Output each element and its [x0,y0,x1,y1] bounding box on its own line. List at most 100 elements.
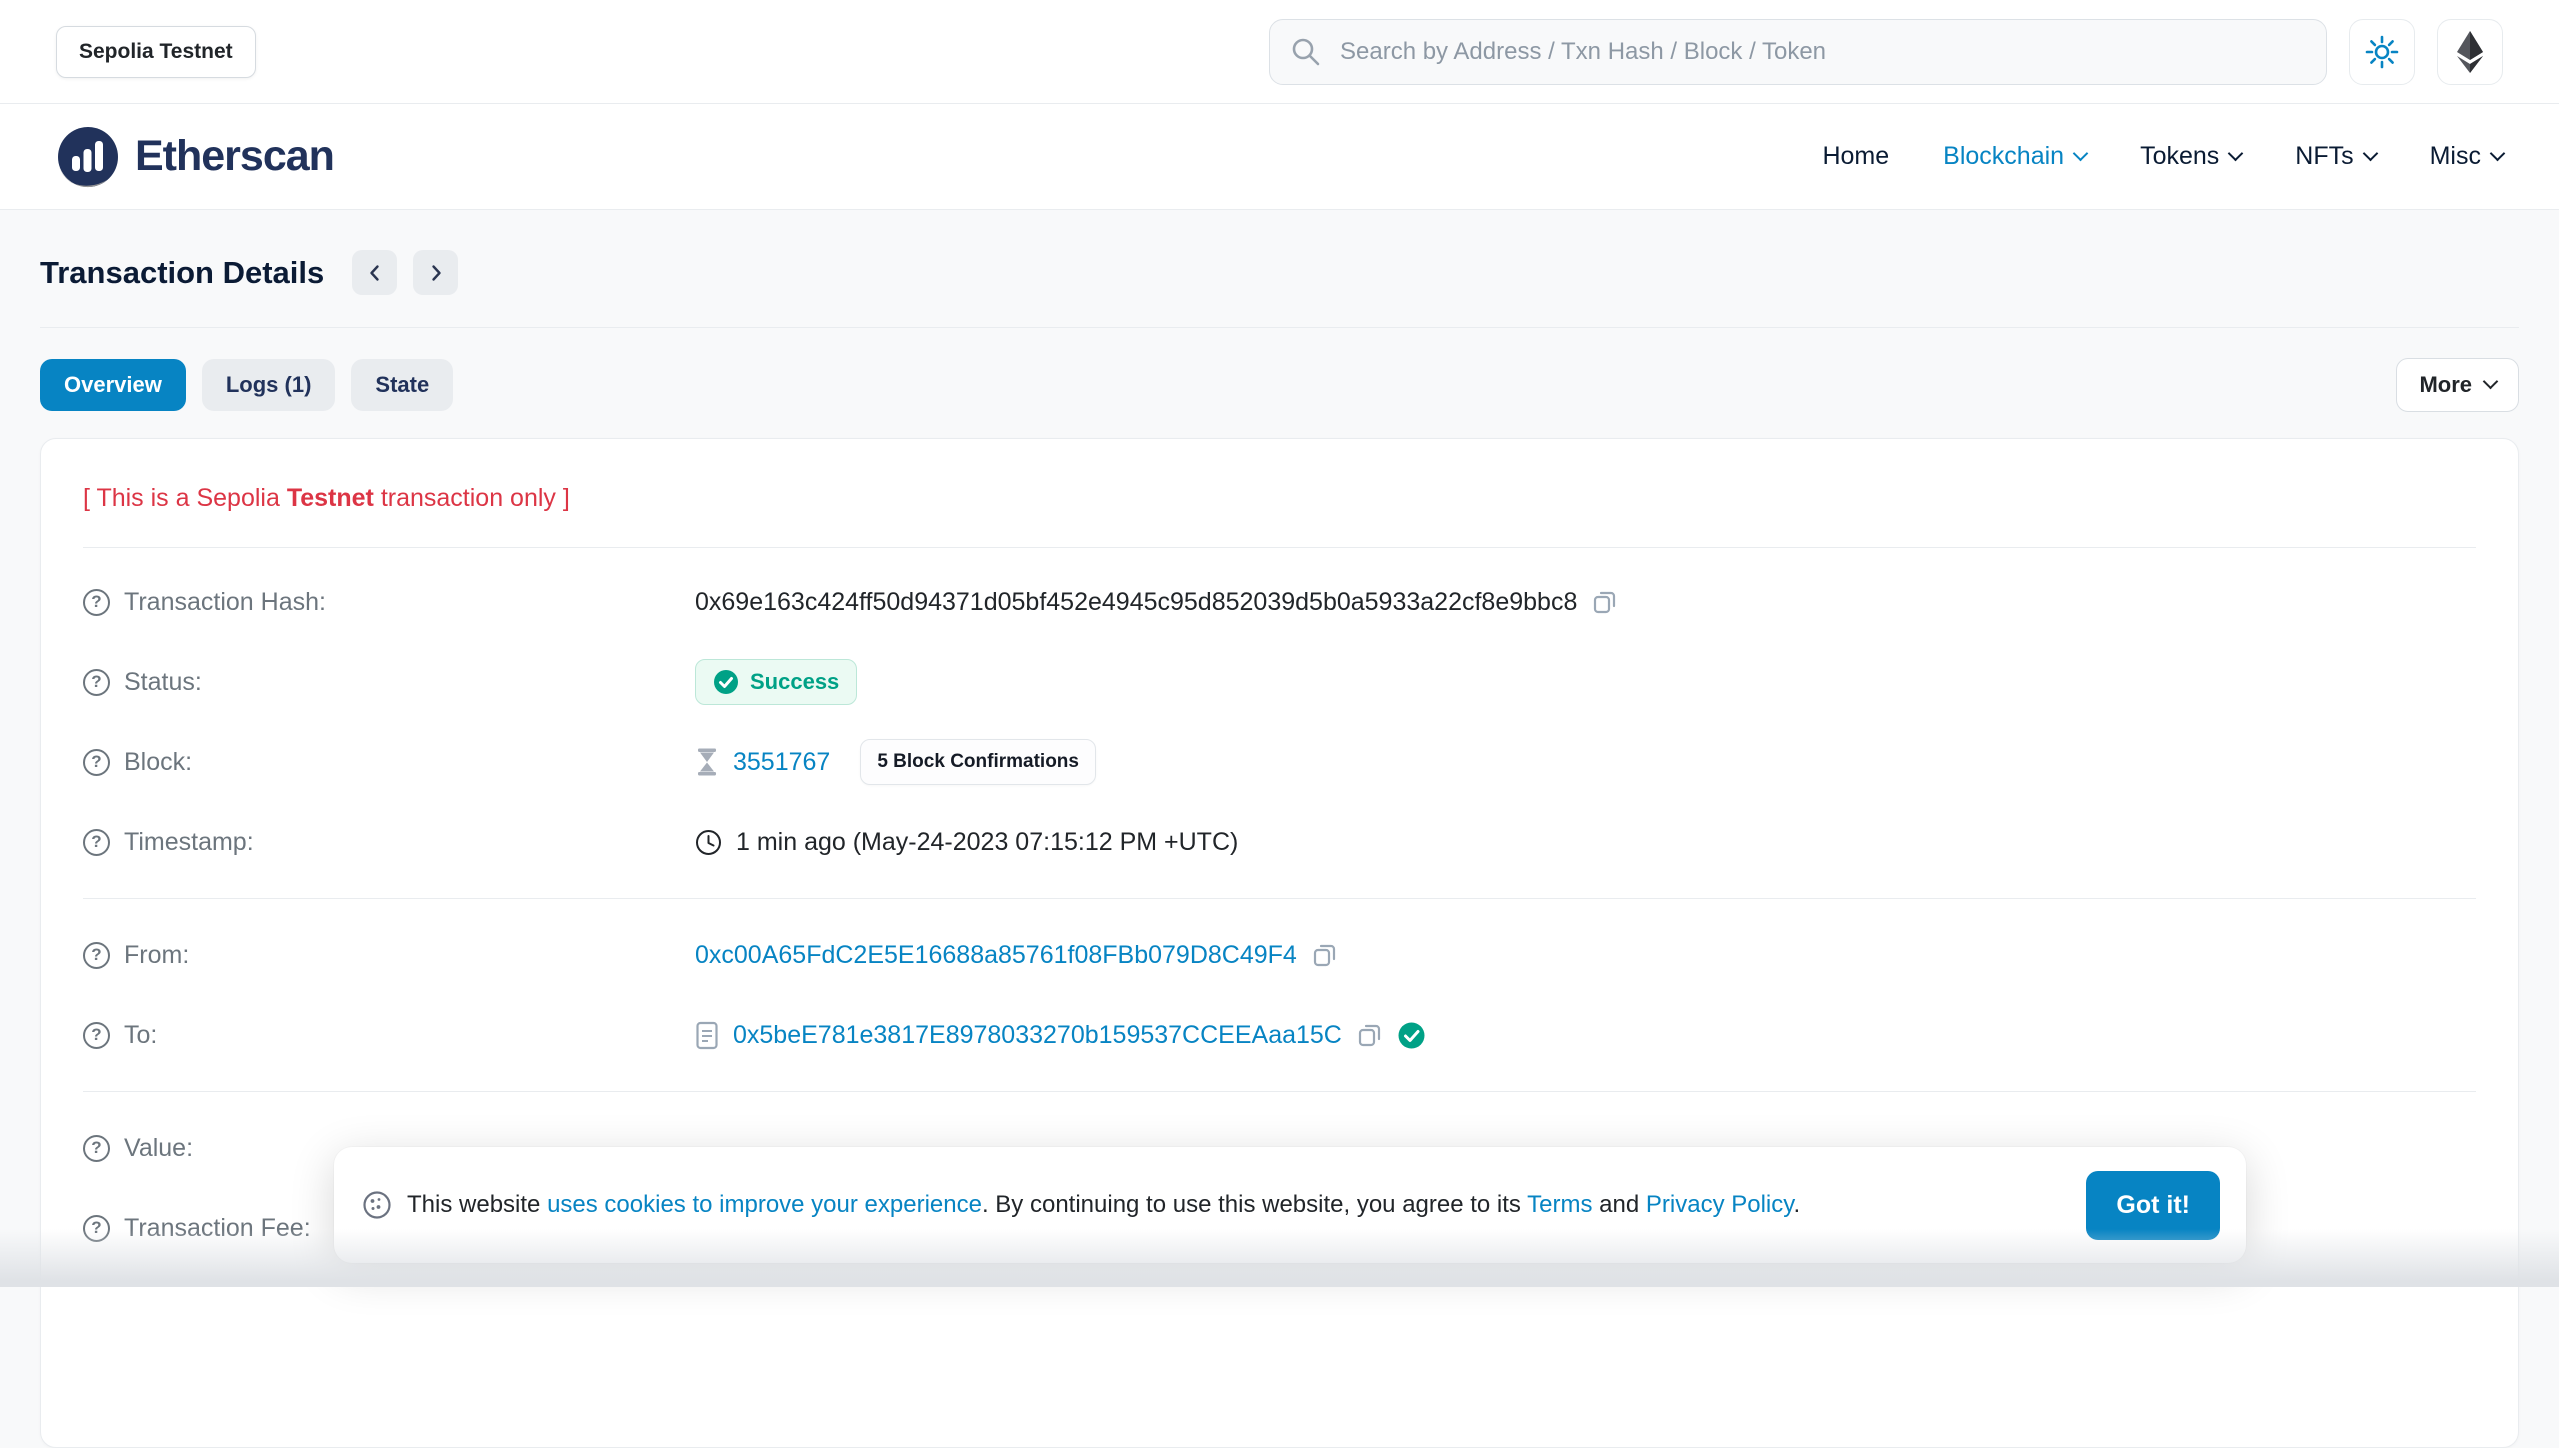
row-label: ? Timestamp: [83,828,695,857]
copy-button[interactable] [1311,942,1338,969]
row-from: ? From: 0xc00A65FdC2E5E16688a85761f08FBb… [83,915,2476,995]
block-number-link[interactable]: 3551767 [733,748,830,777]
row-value: 0x69e163c424ff50d94371d05bf452e4945c95d8… [695,588,1618,617]
header-divider [40,327,2519,328]
transaction-hash-value: 0x69e163c424ff50d94371d05bf452e4945c95d8… [695,588,1577,617]
tab-state[interactable]: State [351,359,453,411]
clock-icon [695,829,722,856]
chevron-down-icon [2490,145,2506,161]
copy-icon [1356,1022,1383,1049]
contract-document-icon [695,1021,719,1050]
label-text: Value: [124,1134,193,1163]
page-title: Transaction Details [40,255,324,291]
row-value: Success [695,659,857,705]
label-text: Timestamp: [124,828,254,857]
more-dropdown-button[interactable]: More [2396,358,2519,412]
next-transaction-button[interactable] [413,250,458,295]
to-address-link[interactable]: 0x5beE781e3817E8978033270b159537CCEEAaa1… [733,1021,1342,1050]
nav-item-tokens[interactable]: Tokens [2140,142,2241,171]
cookie-text-4: . [1793,1191,1800,1218]
check-circle-icon [713,669,739,695]
label-text: From: [124,941,189,970]
previous-transaction-button[interactable] [352,250,397,295]
label-text: Block: [124,748,192,777]
help-icon[interactable]: ? [83,589,110,616]
label-text: Transaction Fee: [124,1214,311,1243]
row-label: ? Block: [83,748,695,777]
network-badge[interactable]: Sepolia Testnet [56,26,256,78]
label-text: To: [124,1021,157,1050]
hourglass-icon [695,747,719,777]
help-icon[interactable]: ? [83,749,110,776]
tab-overview[interactable]: Overview [40,359,186,411]
help-icon[interactable]: ? [83,942,110,969]
ethereum-icon [2456,30,2484,74]
label-text: Transaction Hash: [124,588,326,617]
top-bar: Sepolia Testnet [0,0,2559,104]
etherscan-logo[interactable]: Etherscan [56,125,334,189]
from-address-link[interactable]: 0xc00A65FdC2E5E16688a85761f08FBb079D8C49… [695,941,1297,970]
row-value: 3551767 5 Block Confirmations [695,739,1096,785]
chevron-left-icon [364,262,386,284]
row-value: 0x5beE781e3817E8978033270b159537CCEEAaa1… [695,1021,1426,1050]
notice-suffix: transaction only ] [374,484,570,512]
nav-label: Misc [2430,142,2481,171]
etherscan-logo-icon [56,125,120,189]
help-icon[interactable]: ? [83,829,110,856]
help-icon[interactable]: ? [83,1022,110,1049]
row-label: ? Status: [83,668,695,697]
tab-logs[interactable]: Logs (1) [202,359,336,411]
row-value: 0xc00A65FdC2E5E16688a85761f08FBb079D8C49… [695,941,1338,970]
copy-button[interactable] [1356,1022,1383,1049]
chevron-down-icon [2228,145,2244,161]
main-navbar: Etherscan Home Blockchain Tokens NFTs Mi… [0,104,2559,210]
nav-item-nfts[interactable]: NFTs [2295,142,2375,171]
row-timestamp: ? Timestamp: 1 min ago (May-24-2023 07:1… [83,802,2476,882]
row-status: ? Status: Success [83,642,2476,722]
row-value: 1 min ago (May-24-2023 07:15:12 PM +UTC) [695,828,1238,857]
section-divider [83,547,2476,548]
chevron-down-icon [2483,374,2499,390]
nav-label: Home [1822,142,1889,171]
search-icon [1290,36,1322,68]
cookie-icon [362,1190,392,1220]
row-to: ? To: 0x5beE781e3817E8978033270b159537CC… [83,995,2476,1075]
nav-item-home[interactable]: Home [1822,142,1889,171]
verified-check-icon [1397,1021,1426,1050]
copy-button[interactable] [1591,589,1618,616]
section-divider [83,1091,2476,1092]
cookies-info-link[interactable]: uses cookies to improve your experience [547,1191,982,1218]
nav-item-blockchain[interactable]: Blockchain [1943,142,2086,171]
cookie-accept-button[interactable]: Got it! [2086,1171,2220,1240]
row-transaction-hash: ? Transaction Hash: 0x69e163c424ff50d943… [83,562,2476,642]
privacy-policy-link[interactable]: Privacy Policy [1646,1191,1794,1218]
section-divider [83,898,2476,899]
timestamp-value: 1 min ago (May-24-2023 07:15:12 PM +UTC) [736,828,1238,857]
notice-prefix: [ This is a Sepolia [83,484,287,512]
nav-item-misc[interactable]: Misc [2430,142,2503,171]
copy-icon [1311,942,1338,969]
nav-label: Blockchain [1943,142,2064,171]
status-badge: Success [695,659,857,705]
search-input[interactable] [1338,37,2306,67]
notice-bold: Testnet [287,484,374,512]
theme-toggle-button[interactable] [2349,19,2415,85]
status-text: Success [750,669,839,695]
nav-menu: Home Blockchain Tokens NFTs Misc [1822,142,2503,171]
row-label: ? To: [83,1021,695,1050]
testnet-notice: [ This is a Sepolia Testnet transaction … [83,483,2476,513]
help-icon[interactable]: ? [83,669,110,696]
cookie-text-3: and [1593,1191,1646,1218]
nav-label: NFTs [2295,142,2353,171]
nav-label: Tokens [2140,142,2219,171]
help-icon[interactable]: ? [83,1215,110,1242]
row-label: ? From: [83,941,695,970]
terms-link[interactable]: Terms [1527,1191,1592,1218]
help-icon[interactable]: ? [83,1135,110,1162]
copy-icon [1591,589,1618,616]
search-box[interactable] [1269,19,2327,85]
network-menu-button[interactable] [2437,19,2503,85]
cookie-text-1: This website [407,1191,547,1218]
page-header: Transaction Details [40,250,2519,295]
transaction-details-card: [ This is a Sepolia Testnet transaction … [40,438,2519,1448]
